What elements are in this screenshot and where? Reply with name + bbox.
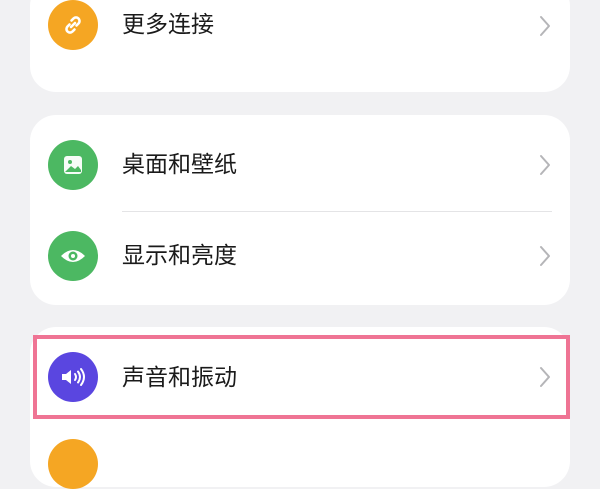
settings-item-more-connections[interactable]: 更多连接 (30, 0, 570, 90)
link-icon (48, 0, 98, 50)
chevron-right-icon (540, 16, 550, 36)
settings-item-label: 更多连接 (122, 12, 214, 38)
settings-item-wallpaper[interactable]: 桌面和壁纸 (30, 120, 570, 210)
chevron-right-icon (540, 155, 550, 175)
settings-item-label: 显示和亮度 (122, 243, 237, 269)
settings-item-label: 桌面和壁纸 (122, 152, 237, 178)
image-icon (48, 140, 98, 190)
settings-item-display-brightness[interactable]: 显示和亮度 (30, 211, 570, 301)
chevron-right-icon (540, 367, 550, 387)
settings-item-sound-vibration[interactable]: 声音和振动 (30, 327, 570, 417)
settings-item-icon (48, 439, 98, 489)
speaker-icon (48, 352, 98, 402)
chevron-right-icon (540, 246, 550, 266)
eye-icon (48, 231, 98, 281)
settings-group-display: 桌面和壁纸 显示和亮度 (30, 115, 570, 305)
settings-item-label: 声音和振动 (122, 365, 237, 391)
settings-group-connections: 更多连接 (30, 0, 570, 92)
settings-group-sound: 声音和振动 (30, 327, 570, 489)
